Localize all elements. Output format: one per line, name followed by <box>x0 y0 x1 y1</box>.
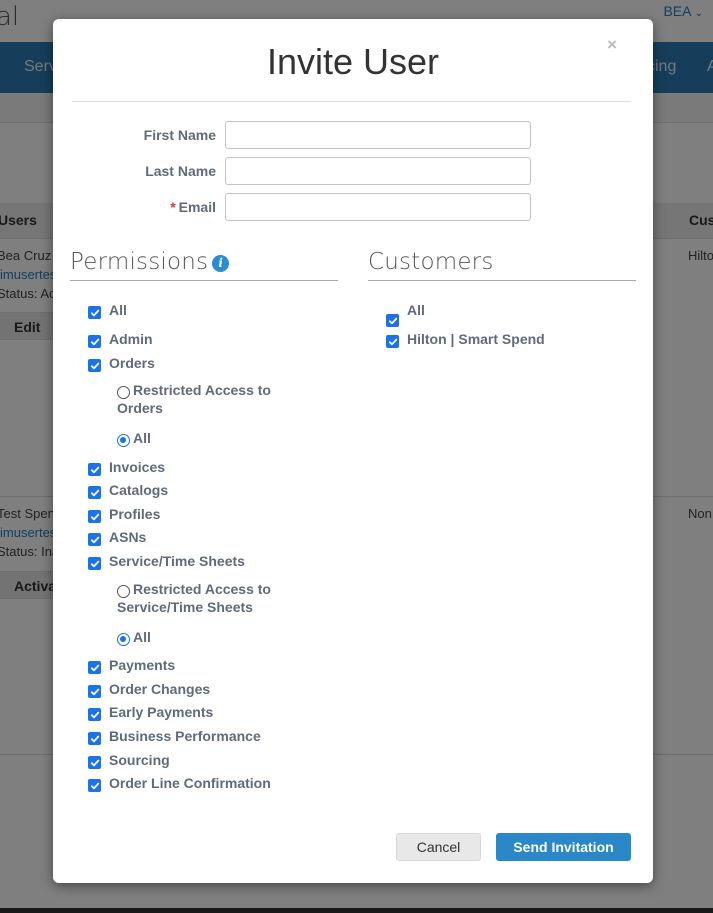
first-name-row: First Name <box>53 121 653 149</box>
checkbox-payments[interactable] <box>88 661 101 674</box>
checkbox-service-time-sheets[interactable] <box>88 557 101 570</box>
permission-order-changes[interactable]: Order Changes <box>88 681 210 698</box>
first-name-label: First Name <box>143 127 216 143</box>
checkbox-orders[interactable] <box>88 359 101 372</box>
permission-catalogs[interactable]: Catalogs <box>88 482 168 499</box>
customers-title: Customers <box>368 249 494 275</box>
permission-label: Invoices <box>109 459 166 475</box>
permission-asns[interactable]: ASNs <box>88 529 146 546</box>
permissions-title: Permissions <box>70 249 209 275</box>
checkbox-profiles[interactable] <box>88 510 101 523</box>
permission-label: Catalogs <box>109 482 169 498</box>
permission-orders[interactable]: Orders <box>88 355 155 372</box>
last-name-label: Last Name <box>145 163 216 179</box>
service-restricted-label-line1: Restricted Access to <box>133 581 271 597</box>
customers-divider <box>368 280 636 281</box>
permission-order-line-confirmation[interactable]: Order Line Confirmation <box>88 775 271 792</box>
checkbox-sourcing[interactable] <box>88 756 101 769</box>
permissions-heading: Permissions i <box>70 249 230 275</box>
permission-label: Early Payments <box>109 704 214 720</box>
invite-user-modal: Invite User × First Name Last Name * Emai… <box>53 19 653 883</box>
radio-all-orders[interactable] <box>117 434 130 447</box>
checkbox-all[interactable] <box>386 314 399 327</box>
cancel-button[interactable]: Cancel <box>396 833 481 861</box>
close-icon[interactable]: × <box>607 35 617 55</box>
permission-sourcing[interactable]: Sourcing <box>88 752 170 769</box>
email-row: * Email <box>53 193 653 221</box>
checkbox-order-changes[interactable] <box>88 685 101 698</box>
checkbox-early-payments[interactable] <box>88 708 101 721</box>
last-name-row: Last Name <box>53 157 653 185</box>
checkbox-business-performance[interactable] <box>88 732 101 745</box>
checkbox-invoices[interactable] <box>88 463 101 476</box>
required-marker: * <box>170 199 176 215</box>
permission-label: Sourcing <box>109 752 170 768</box>
permission-payments[interactable]: Payments <box>88 657 175 674</box>
radio-restricted-orders[interactable] <box>117 386 130 399</box>
info-icon[interactable]: i <box>212 255 230 272</box>
email-label-wrap: * Email <box>170 199 216 215</box>
permissions-divider <box>70 280 338 281</box>
permission-invoices[interactable]: Invoices <box>88 459 165 476</box>
send-invitation-button[interactable]: Send Invitation <box>496 833 631 861</box>
orders-all-option[interactable]: All <box>117 429 151 447</box>
customer-hilton-smart-spend[interactable]: Hilton | Smart Spend <box>386 331 545 348</box>
permission-label: Service/Time Sheets <box>109 553 245 569</box>
checkbox-asns[interactable] <box>88 533 101 546</box>
orders-restricted-label-line2: Orders <box>117 400 163 416</box>
modal-title: Invite User <box>266 41 440 82</box>
permission-label: Order Line Confirmation <box>109 775 271 791</box>
checkbox-order-line-confirmation[interactable] <box>88 779 101 792</box>
service-restricted-option[interactable]: Restricted Access to Service/Time Sheets <box>117 580 271 616</box>
permission-label: ASNs <box>109 529 147 545</box>
permission-profiles[interactable]: Profiles <box>88 506 160 523</box>
permission-service-time-sheets[interactable]: Service/Time Sheets <box>88 553 245 570</box>
checkbox-all[interactable] <box>88 306 101 319</box>
permission-early-payments[interactable]: Early Payments <box>88 704 213 721</box>
permission-label: Profiles <box>109 506 161 522</box>
email-input[interactable] <box>225 193 531 221</box>
customer-label: All <box>407 302 425 318</box>
service-all-option[interactable]: All <box>117 628 151 646</box>
title-divider <box>72 101 631 102</box>
permission-label: Payments <box>109 657 176 673</box>
orders-all-label: All <box>133 430 151 446</box>
orders-restricted-label-line1: Restricted Access to <box>133 382 271 398</box>
service-restricted-label-line2: Service/Time Sheets <box>117 599 253 615</box>
checkbox-hilton-smart-spend[interactable] <box>386 335 399 348</box>
email-label: Email <box>178 199 216 215</box>
first-name-input[interactable] <box>225 121 531 149</box>
permission-label: Orders <box>109 355 155 371</box>
permission-admin[interactable]: Admin <box>88 331 153 348</box>
permission-label: All <box>109 302 127 318</box>
radio-all-service[interactable] <box>117 633 130 646</box>
orders-restricted-option[interactable]: Restricted Access to Orders <box>117 381 271 417</box>
permission-label: Admin <box>109 331 153 347</box>
permission-label: Order Changes <box>109 681 211 697</box>
customer-all[interactable]: All <box>386 302 425 327</box>
permission-business-performance[interactable]: Business Performance <box>88 728 261 745</box>
service-all-label: All <box>133 629 151 645</box>
permission-all[interactable]: All <box>88 302 127 319</box>
checkbox-admin[interactable] <box>88 335 101 348</box>
radio-restricted-service[interactable] <box>117 585 130 598</box>
checkbox-catalogs[interactable] <box>88 486 101 499</box>
customer-label: Hilton | Smart Spend <box>407 331 545 347</box>
last-name-input[interactable] <box>225 157 531 185</box>
permission-label: Business Performance <box>109 728 261 744</box>
